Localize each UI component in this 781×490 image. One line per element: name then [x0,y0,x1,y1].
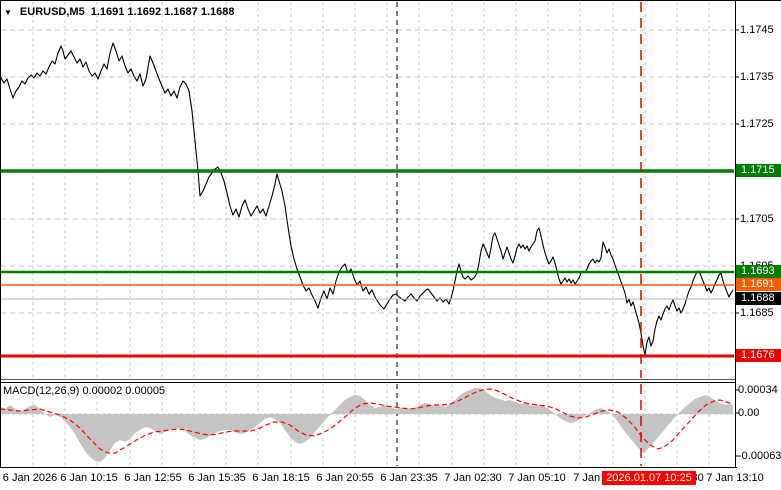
ohlc-values: 1.1691 1.1692 1.1687 1.1688 [90,6,235,18]
price-axis-label: 1.1745 [740,24,774,36]
symbol-period-label: EURUSD,M5 [19,6,85,18]
chart-left-border [0,1,1,468]
pane-separator[interactable] [0,379,736,383]
macd-axis-label: 0.00 [738,407,760,419]
macd-axis-label: 0.00034 [738,384,778,396]
price-level-badge[interactable]: 1.1691 [736,278,781,291]
chart-window: ▼ EURUSD,M5 1.1691 1.1692 1.1687 1.1688 … [0,0,781,490]
macd-histogram [0,388,733,462]
macd-indicator-label: MACD(12,26,9) 0.00002 0.00005 [3,385,166,397]
price-level-badge[interactable]: 1.1676 [736,349,781,362]
time-axis-border [0,467,737,468]
price-level-badge[interactable]: 1.1715 [736,164,781,177]
collapse-ohlc-icon[interactable]: ▼ [4,8,12,17]
price-axis-label: 1.1735 [740,71,774,83]
current-time-badge[interactable]: 2026.01.07 10:25 [602,471,696,485]
chart-canvas[interactable] [0,1,781,490]
price-axis-label: 1.1705 [740,213,774,225]
price-line [0,42,734,356]
time-axis-label: 7 Jan 13:10 [706,472,764,484]
price-axis-label: 1.1685 [740,307,774,319]
macd-axis-label: -0.00063 [738,450,781,462]
price-axis-label: 1.1725 [740,118,774,130]
price-level-badge[interactable]: 1.1688 [736,292,781,305]
price-level-badge[interactable]: 1.1693 [736,265,781,278]
price-axis-border [735,1,736,468]
chart-header: ▼ EURUSD,M5 1.1691 1.1692 1.1687 1.1688 [4,5,234,19]
